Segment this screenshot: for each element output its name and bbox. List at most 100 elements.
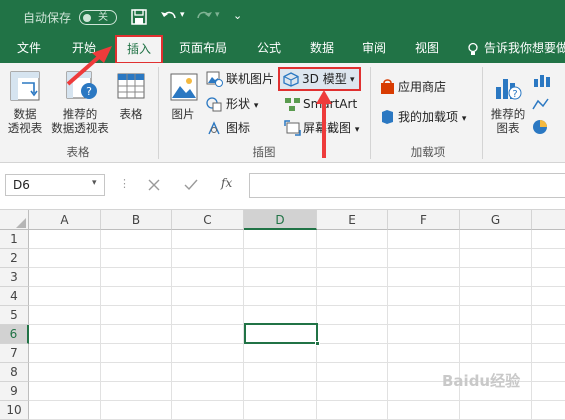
cell[interactable] (244, 344, 317, 363)
screenshot-button[interactable]: 屏幕截图 ▾ (303, 118, 359, 138)
worksheet-grid[interactable]: ABCDEFG 1 2 3 4 5 6 7 8 9 10 Baidu经验 (0, 210, 565, 420)
cell[interactable] (388, 230, 460, 249)
cell[interactable] (172, 230, 244, 249)
cell[interactable] (172, 401, 244, 420)
enter-icon[interactable] (184, 179, 198, 191)
cell[interactable] (532, 401, 565, 420)
cell[interactable] (29, 230, 101, 249)
row-header-2[interactable]: 2 (0, 249, 29, 268)
row-header-3[interactable]: 3 (0, 268, 29, 287)
cell[interactable] (532, 344, 565, 363)
store-button[interactable]: 应用商店 (398, 77, 446, 97)
redo-icon[interactable] (195, 9, 213, 25)
cell[interactable] (244, 230, 317, 249)
cell[interactable] (101, 401, 172, 420)
icons-button[interactable]: 图标 (226, 118, 250, 138)
redo-dropdown-icon[interactable]: ▾ (215, 10, 220, 20)
cell[interactable] (244, 287, 317, 306)
table-button[interactable]: 表格 (114, 107, 148, 121)
recommended-pivot-button[interactable]: 推荐的 数据透视表 (48, 107, 112, 135)
row-header-4[interactable]: 4 (0, 287, 29, 306)
formula-input[interactable] (249, 173, 565, 198)
smartart-button[interactable]: SmartArt (303, 94, 357, 114)
cell[interactable] (29, 249, 101, 268)
cell[interactable] (388, 325, 460, 344)
row-header-8[interactable]: 8 (0, 363, 29, 382)
my-addins-button[interactable]: 我的加载项 ▾ (398, 107, 466, 127)
cell[interactable] (317, 363, 388, 382)
autosave-toggle[interactable]: 关 (79, 10, 117, 25)
cell[interactable] (317, 344, 388, 363)
select-all-corner[interactable] (0, 210, 29, 230)
cell[interactable] (460, 344, 532, 363)
row-header-7[interactable]: 7 (0, 344, 29, 363)
cell[interactable] (460, 401, 532, 420)
cell[interactable] (29, 382, 101, 401)
line-chart-icon[interactable] (532, 97, 554, 111)
cell[interactable] (244, 382, 317, 401)
row-header-9[interactable]: 9 (0, 382, 29, 401)
tab-file[interactable]: 文件 (6, 34, 52, 63)
column-header-G[interactable]: G (460, 210, 532, 230)
cell[interactable] (172, 268, 244, 287)
tell-me-box[interactable]: 告诉我你想要做 (484, 34, 565, 63)
cell[interactable] (101, 382, 172, 401)
column-header-A[interactable]: A (29, 210, 101, 230)
undo-dropdown-icon[interactable]: ▾ (180, 10, 185, 20)
tab-view[interactable]: 视图 (406, 34, 448, 63)
insert-function-icon[interactable]: fx (221, 176, 232, 190)
column-chart-icon[interactable] (532, 73, 554, 87)
cell[interactable] (101, 325, 172, 344)
cell[interactable] (29, 287, 101, 306)
cell[interactable] (317, 306, 388, 325)
customize-toolbar-icon[interactable]: ⌄ (233, 9, 242, 22)
picture-button[interactable]: 图片 (164, 107, 202, 121)
column-header-E[interactable]: E (317, 210, 388, 230)
row-header-6[interactable]: 6 (0, 325, 29, 344)
tab-formulas[interactable]: 公式 (248, 34, 290, 63)
cell[interactable] (532, 382, 565, 401)
undo-icon[interactable] (160, 9, 178, 25)
cell[interactable] (101, 230, 172, 249)
recommended-charts-button[interactable]: 推荐的 图表 (486, 107, 530, 135)
cell[interactable] (532, 325, 565, 344)
column-header-C[interactable]: C (172, 210, 244, 230)
cell[interactable] (317, 287, 388, 306)
cell[interactable] (388, 268, 460, 287)
3d-model-button[interactable]: 3D 模型 ▾ (278, 67, 361, 91)
cell[interactable] (317, 249, 388, 268)
cell[interactable] (388, 287, 460, 306)
cell[interactable] (460, 287, 532, 306)
cell[interactable] (29, 306, 101, 325)
shapes-button[interactable]: 形状 ▾ (226, 94, 258, 114)
cell[interactable] (460, 306, 532, 325)
cell[interactable] (172, 382, 244, 401)
cell[interactable] (29, 344, 101, 363)
cell[interactable] (460, 230, 532, 249)
cell[interactable] (388, 344, 460, 363)
cell[interactable] (532, 363, 565, 382)
cell[interactable] (29, 401, 101, 420)
cell[interactable] (244, 268, 317, 287)
tab-insert[interactable]: 插入 (115, 35, 163, 64)
cell[interactable] (101, 363, 172, 382)
cell[interactable] (317, 230, 388, 249)
cell[interactable] (101, 268, 172, 287)
cell[interactable] (532, 249, 565, 268)
cell[interactable] (532, 306, 565, 325)
row-header-5[interactable]: 5 (0, 306, 29, 325)
cell[interactable] (460, 325, 532, 344)
cell[interactable] (29, 363, 101, 382)
cell[interactable] (172, 287, 244, 306)
column-header-partial[interactable] (532, 210, 565, 230)
tab-review[interactable]: 审阅 (353, 34, 395, 63)
cell[interactable] (172, 325, 244, 344)
cell[interactable] (101, 249, 172, 268)
cell[interactable] (244, 401, 317, 420)
active-cell-border[interactable] (244, 323, 320, 346)
cell[interactable] (172, 363, 244, 382)
tab-data[interactable]: 数据 (301, 34, 343, 63)
cell[interactable] (101, 344, 172, 363)
online-pictures-button[interactable]: 联机图片 (226, 69, 274, 89)
cell[interactable] (317, 401, 388, 420)
